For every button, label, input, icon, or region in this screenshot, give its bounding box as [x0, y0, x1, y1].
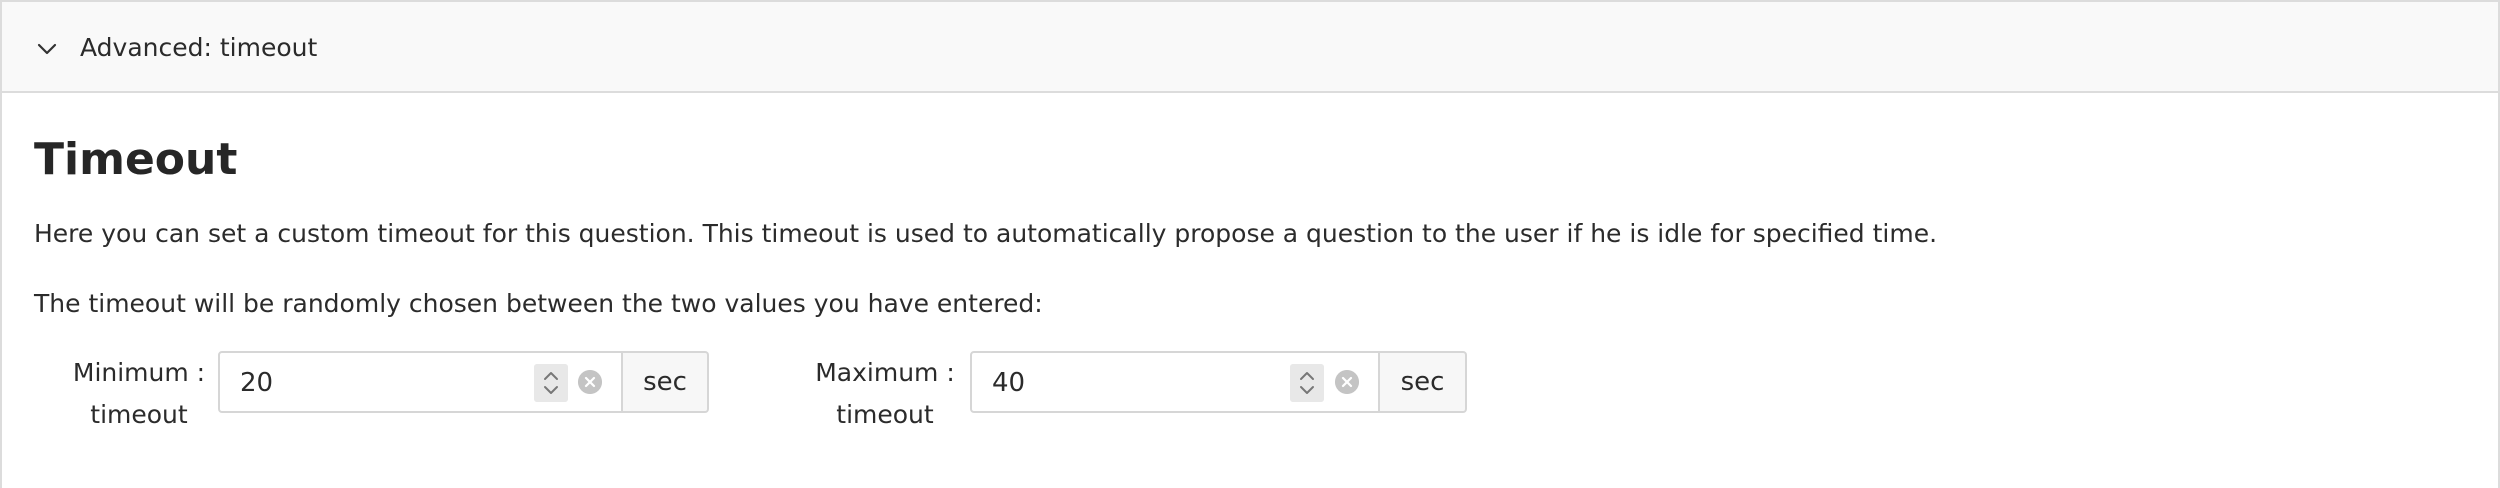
chevron-down-icon[interactable]: [36, 38, 58, 60]
maximum-label-line1: Maximum :: [815, 358, 955, 387]
maximum-timeout-label: Maximum : timeout: [810, 352, 960, 436]
clear-icon[interactable]: [1335, 370, 1359, 394]
maximum-unit-label: sec: [1380, 351, 1467, 413]
stepper-icon[interactable]: [1290, 364, 1324, 402]
timeout-panel: Advanced: timeout Timeout Here you can s…: [0, 0, 2500, 488]
page-title: Timeout: [34, 134, 238, 185]
minimum-timeout-label: Minimum : timeout: [64, 352, 214, 436]
maximum-timeout-group: sec: [970, 351, 1467, 413]
minimum-unit-label: sec: [623, 351, 709, 413]
description-text: Here you can set a custom timeout for th…: [34, 219, 1938, 248]
minimum-label-line1: Minimum :: [72, 358, 206, 387]
minimum-timeout-field[interactable]: [218, 351, 623, 413]
accordion-title[interactable]: Advanced: timeout: [80, 30, 317, 66]
maximum-label-line2: timeout: [836, 400, 934, 429]
description-text-range: The timeout will be randomly chosen betw…: [34, 289, 1043, 318]
accordion-header[interactable]: Advanced: timeout: [2, 2, 2498, 93]
minimum-label-line2: timeout: [90, 400, 188, 429]
maximum-timeout-input[interactable]: [992, 365, 1242, 401]
minimum-timeout-group: sec: [218, 351, 709, 413]
stepper-icon[interactable]: [534, 364, 568, 402]
clear-icon[interactable]: [578, 370, 602, 394]
minimum-timeout-input[interactable]: [240, 365, 490, 401]
maximum-timeout-field[interactable]: [970, 351, 1380, 413]
